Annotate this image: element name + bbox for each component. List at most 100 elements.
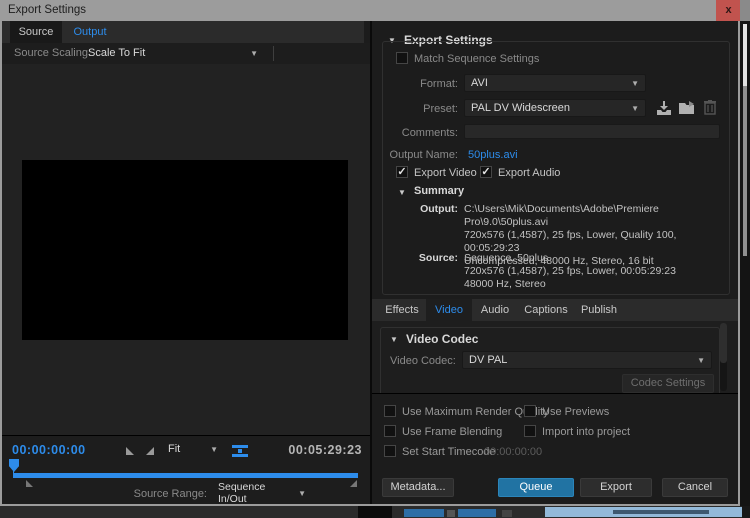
- tab-output-label: Output: [73, 26, 106, 38]
- background-clip-text-smudge: [613, 510, 709, 514]
- queue-button[interactable]: Queue: [498, 478, 574, 497]
- background-scrollbar-light: [743, 24, 747, 86]
- chevron-down-icon: ▼: [298, 489, 306, 498]
- background-right-strip: [740, 0, 750, 518]
- source-scaling-label: Source Scaling:: [14, 47, 91, 59]
- dialog-body: Source Output Source Scaling: Scale To F…: [2, 21, 738, 504]
- summary-source-line: 720x576 (1,4587), 25 fps, Lower, 00:05:2…: [464, 265, 730, 278]
- tab-output[interactable]: Output: [62, 21, 118, 43]
- output-name-link[interactable]: 50plus.avi: [468, 149, 518, 161]
- scrubber-track[interactable]: [14, 473, 358, 478]
- playhead[interactable]: [9, 459, 19, 472]
- preset-dropdown[interactable]: PAL DV Widescreen ▼: [464, 99, 646, 117]
- source-range-value: Sequence In/Out: [218, 481, 290, 504]
- background-corner: [742, 506, 750, 518]
- background-scrollbar-gray: [743, 86, 747, 256]
- match-sequence-checkbox[interactable]: [396, 52, 408, 64]
- transport-bar: 00:00:00:00 Fit ▼ 00:05:29:23: [2, 435, 370, 504]
- set-out-point-icon[interactable]: [146, 447, 154, 455]
- set-start-timecode-checkbox[interactable]: [384, 445, 396, 457]
- codec-settings-button[interactable]: Codec Settings: [622, 374, 714, 393]
- set-in-point-icon[interactable]: [126, 447, 134, 455]
- zoom-handle-right[interactable]: [350, 480, 357, 487]
- tab-publish[interactable]: Publish: [574, 299, 624, 321]
- summary-source-line: Sequence, 50plus: [464, 252, 730, 265]
- dialog-titlebar[interactable]: Export Settings x: [0, 0, 740, 21]
- source-scaling-dropdown[interactable]: Scale To Fit ▼: [82, 44, 264, 62]
- source-range-dropdown[interactable]: Sequence In/Out ▼: [212, 484, 312, 502]
- chevron-down-icon: ▼: [631, 104, 639, 113]
- format-dropdown[interactable]: AVI ▼: [464, 74, 646, 92]
- metadata-button-label: Metadata...: [390, 481, 445, 493]
- export-audio-checkbox[interactable]: ✓: [480, 166, 492, 178]
- max-render-quality-checkbox[interactable]: [384, 405, 396, 417]
- export-button[interactable]: Export: [580, 478, 652, 497]
- tab-captions[interactable]: Captions: [518, 299, 574, 321]
- source-range-label: Source Range:: [107, 488, 207, 500]
- source-scaling-row: Source Scaling: Scale To Fit ▼: [2, 43, 370, 64]
- export-video-label: Export Video: [414, 167, 477, 179]
- export-button-label: Export: [600, 481, 632, 493]
- export-video-checkbox[interactable]: ✓: [396, 166, 408, 178]
- screen: Export Settings x Source Output Source S…: [0, 0, 750, 518]
- chevron-down-icon: ▼: [210, 445, 218, 454]
- source-range-crop-icon[interactable]: [232, 445, 248, 457]
- zoom-handle-left[interactable]: [26, 480, 33, 487]
- background-clip-gray: [502, 510, 512, 517]
- tab-audio[interactable]: Audio: [472, 299, 518, 321]
- close-button[interactable]: x: [716, 0, 741, 21]
- preset-value: PAL DV Widescreen: [471, 102, 570, 114]
- background-timeline-gap: [358, 506, 392, 518]
- metadata-button[interactable]: Metadata...: [382, 478, 454, 497]
- preview-tabbar: Source Output: [2, 21, 364, 43]
- import-preset-icon[interactable]: [679, 101, 696, 115]
- scrollbar[interactable]: [720, 323, 727, 391]
- source-scaling-value: Scale To Fit: [88, 47, 145, 59]
- import-into-project-checkbox[interactable]: [524, 425, 536, 437]
- dialog-title: Export Settings: [8, 4, 86, 16]
- start-timecode-value: 00:00:00:00: [484, 446, 542, 458]
- checkmark-icon: ✓: [397, 167, 406, 177]
- chevron-down-icon: ▼: [631, 79, 639, 88]
- use-previews-label: Use Previews: [542, 406, 609, 418]
- tab-audio-label: Audio: [481, 304, 509, 316]
- video-codec-dropdown[interactable]: DV PAL ▼: [462, 351, 712, 369]
- comments-label: Comments:: [372, 127, 458, 139]
- video-codec-disclosure-icon[interactable]: ▼: [390, 335, 398, 344]
- summary-source-line: 48000 Hz, Stereo: [464, 278, 730, 291]
- chevron-down-icon: ▼: [697, 356, 705, 365]
- tab-captions-label: Captions: [524, 304, 567, 316]
- format-value: AVI: [471, 77, 488, 89]
- use-previews-checkbox[interactable]: [524, 405, 536, 417]
- zoom-level-dropdown[interactable]: Fit ▼: [162, 440, 224, 458]
- comments-input[interactable]: [464, 124, 720, 139]
- background-timeline-strip: [0, 506, 750, 518]
- match-sequence-label: Match Sequence Settings: [414, 53, 539, 65]
- background-clip-blue: [458, 509, 496, 517]
- video-codec-value: DV PAL: [469, 354, 507, 366]
- import-into-project-label: Import into project: [542, 426, 630, 438]
- queue-button-label: Queue: [519, 481, 552, 493]
- tab-effects-label: Effects: [385, 304, 418, 316]
- summary-disclosure-icon[interactable]: ▼: [398, 188, 406, 197]
- summary-source-lines: Sequence, 50plus 720x576 (1,4587), 25 fp…: [464, 252, 730, 291]
- summary-output-label: Output:: [372, 203, 458, 215]
- current-timecode[interactable]: 00:00:00:00: [12, 443, 86, 457]
- tab-source[interactable]: Source: [10, 21, 62, 43]
- cancel-button[interactable]: Cancel: [662, 478, 728, 497]
- summary-header: Summary: [414, 185, 464, 197]
- scrollbar-thumb[interactable]: [720, 323, 727, 363]
- frame-blending-checkbox[interactable]: [384, 425, 396, 437]
- background-clip-blue: [404, 509, 444, 517]
- options-area: Use Maximum Render Quality Use Previews …: [372, 393, 738, 504]
- tab-publish-label: Publish: [581, 304, 617, 316]
- preview-area: [2, 64, 370, 435]
- tab-effects[interactable]: Effects: [378, 299, 426, 321]
- background-clip-gray: [447, 510, 455, 517]
- save-preset-icon[interactable]: [656, 101, 672, 115]
- set-start-timecode-label: Set Start Timecode: [402, 446, 496, 458]
- close-icon: x: [725, 4, 731, 16]
- delete-preset-icon[interactable]: [704, 100, 716, 115]
- video-codec-header: Video Codec: [406, 332, 478, 346]
- tab-video[interactable]: Video: [426, 299, 472, 321]
